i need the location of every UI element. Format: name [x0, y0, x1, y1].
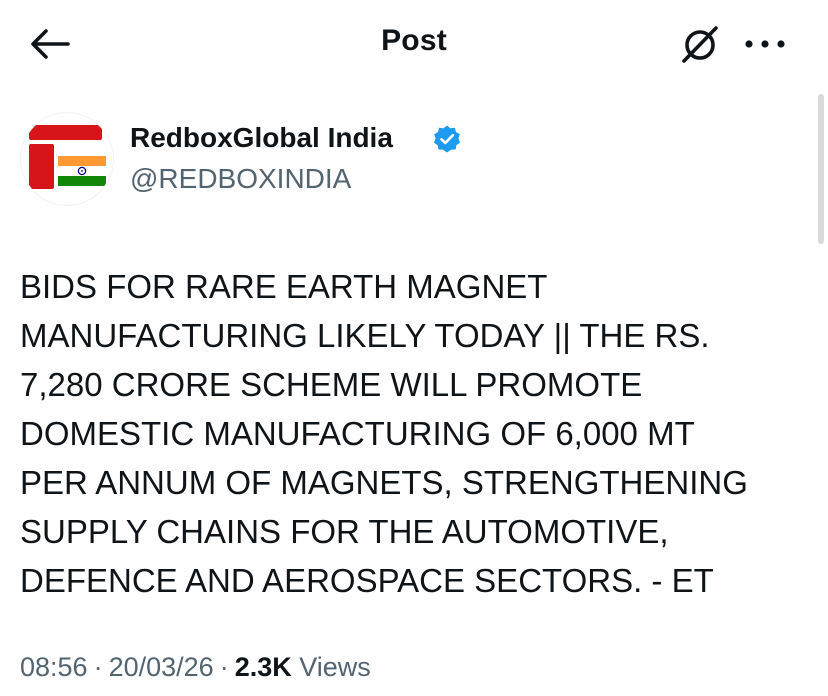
post-date[interactable]: 20/03/26: [109, 652, 214, 682]
views-label: Views: [299, 652, 371, 682]
views-count[interactable]: 2.3K: [235, 652, 292, 682]
post-meta: 08:56 · 20/03/26 · 2.3K Views: [20, 652, 810, 683]
meta-separator: ·: [219, 652, 229, 682]
verified-badge-icon: [434, 125, 460, 153]
meta-separator: ·: [93, 652, 103, 682]
post-text: BIDS FOR RARE EARTH MAGNET MANUFACTURING…: [20, 268, 748, 599]
author-name[interactable]: RedboxGlobal India: [130, 122, 393, 154]
more-icon: [745, 40, 785, 48]
more-options-button[interactable]: [742, 32, 788, 56]
author-handle[interactable]: @REDBOXINDIA: [130, 163, 351, 195]
grok-icon: [682, 26, 718, 63]
top-bar: Post: [0, 0, 828, 90]
scrollbar[interactable]: [818, 94, 824, 244]
avatar[interactable]: [20, 112, 114, 206]
redbox-logo-icon: [29, 125, 106, 189]
grok-button[interactable]: [676, 20, 724, 68]
post-time[interactable]: 08:56: [20, 652, 88, 682]
post-page: Post RedboxGlobal India @REDBOXINDIA BID…: [0, 0, 828, 696]
